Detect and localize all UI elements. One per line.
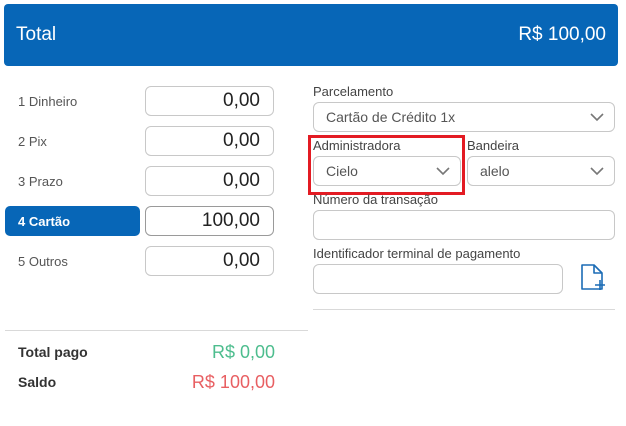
brand-value: alelo	[480, 163, 510, 179]
total-paid-value: R$ 0,00	[211, 342, 275, 362]
chevron-down-icon	[590, 113, 604, 122]
total-header: Total R$ 100,00	[4, 4, 618, 66]
transaction-number-input[interactable]	[313, 210, 615, 240]
amount-input-dinheiro[interactable]: 0,00	[145, 86, 274, 116]
chevron-down-icon	[590, 167, 604, 176]
header-total-amount: R$ 100,00	[518, 24, 606, 45]
header-title: Total	[16, 24, 57, 45]
amount-input-outros[interactable]: 0,00	[145, 246, 274, 276]
method-outros[interactable]: 5 Outros	[5, 246, 140, 276]
amount-input-pix[interactable]: 0,00	[145, 126, 274, 156]
administrator-value: Cielo	[326, 163, 358, 179]
balance-label: Saldo	[18, 374, 57, 390]
administrator-label: Administradora	[313, 138, 401, 153]
terminal-id-input[interactable]	[313, 264, 563, 294]
installments-select[interactable]: Cartão de Crédito 1x	[313, 102, 615, 132]
total-paid-label: Total pago	[18, 344, 88, 360]
method-pix[interactable]: 2 Pix	[5, 126, 140, 156]
transaction-number-label: Número da transação	[313, 192, 439, 207]
installments-label: Parcelamento	[313, 84, 394, 99]
document-add-icon[interactable]	[578, 262, 608, 292]
amount-input-cartao[interactable]: 100,00	[145, 206, 274, 236]
method-dinheiro[interactable]: 1 Dinheiro	[5, 86, 140, 116]
brand-label: Bandeira	[467, 138, 520, 153]
brand-select[interactable]: alelo	[467, 156, 615, 186]
chevron-down-icon	[436, 167, 450, 176]
method-cartao[interactable]: 4 Cartão	[5, 206, 140, 236]
administrator-select[interactable]: Cielo	[313, 156, 461, 186]
amount-input-prazo[interactable]: 0,00	[145, 166, 274, 196]
balance-value: R$ 100,00	[191, 372, 275, 392]
summary-divider	[5, 330, 308, 331]
installments-value: Cartão de Crédito 1x	[326, 109, 456, 125]
method-prazo[interactable]: 3 Prazo	[5, 166, 140, 196]
terminal-id-label: Identificador terminal de pagamento	[313, 246, 521, 261]
form-divider	[313, 309, 615, 310]
